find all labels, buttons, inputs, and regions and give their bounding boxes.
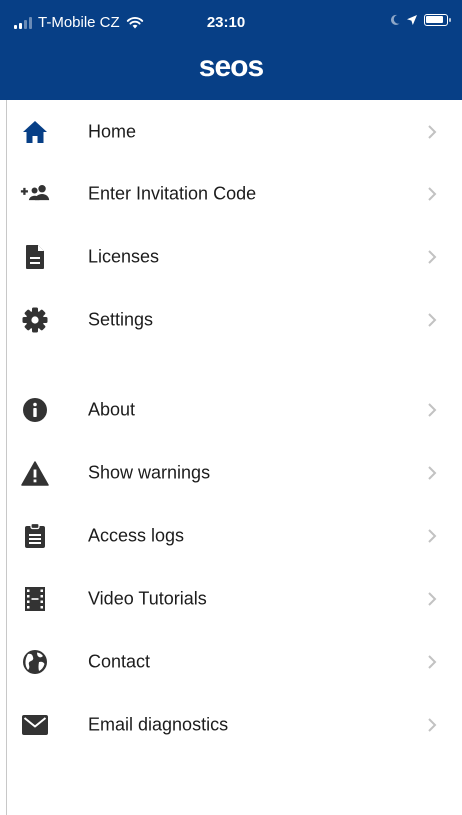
menu-item-email-diagnostics[interactable]: Email diagnostics (0, 694, 462, 756)
menu-item-home[interactable]: Home (0, 101, 462, 163)
moon-icon (391, 14, 400, 25)
menu-item-label: Show warnings (88, 462, 211, 483)
menu-item-label: Licenses (88, 246, 160, 267)
menu-item-label: Video Tutorials (88, 588, 207, 609)
menu-item-show-warnings[interactable]: Show warnings (0, 442, 462, 504)
battery-icon (424, 14, 451, 26)
seos-logo: seos (198, 50, 264, 83)
home-icon (20, 117, 50, 147)
menu-item-about[interactable]: About (0, 379, 462, 441)
info-icon (20, 395, 50, 425)
menu-item-access-logs[interactable]: Access logs (0, 505, 462, 567)
chevron-right-icon (428, 125, 437, 139)
menu-item-enter-invitation-code[interactable]: Enter Invitation Code (0, 163, 462, 225)
menu-item-label: About (88, 399, 136, 420)
globe-icon (20, 647, 50, 677)
chevron-right-icon (428, 466, 437, 480)
menu-item-label: Contact (88, 651, 151, 672)
app-header: T-Mobile CZ 23:10 seos (0, 0, 462, 100)
status-right (390, 14, 451, 26)
menu-item-label: Enter Invitation Code (88, 183, 257, 204)
chevron-right-icon (428, 313, 437, 327)
envelope-icon (20, 710, 50, 740)
status-bar: T-Mobile CZ 23:10 (0, 0, 462, 44)
add-users-icon (20, 179, 50, 209)
menu-item-label: Home (88, 121, 137, 142)
menu-item-video-tutorials[interactable]: Video Tutorials (0, 568, 462, 630)
document-icon (20, 242, 50, 272)
gear-icon (20, 305, 50, 335)
menu-item-label: Settings (88, 309, 154, 330)
chevron-right-icon (428, 187, 437, 201)
chevron-right-icon (428, 655, 437, 669)
warning-icon (20, 458, 50, 488)
chevron-right-icon (428, 592, 437, 606)
menu-item-settings[interactable]: Settings (0, 289, 462, 351)
menu-item-licenses[interactable]: Licenses (0, 226, 462, 288)
location-arrow-icon (407, 15, 417, 25)
chevron-right-icon (428, 718, 437, 732)
chevron-right-icon (428, 250, 437, 264)
chevron-right-icon (428, 403, 437, 417)
menu-item-label: Email diagnostics (88, 714, 229, 735)
film-icon (20, 584, 50, 614)
menu-item-contact[interactable]: Contact (0, 631, 462, 693)
clipboard-icon (20, 521, 50, 551)
menu-item-label: Access logs (88, 525, 185, 546)
chevron-right-icon (428, 529, 437, 543)
